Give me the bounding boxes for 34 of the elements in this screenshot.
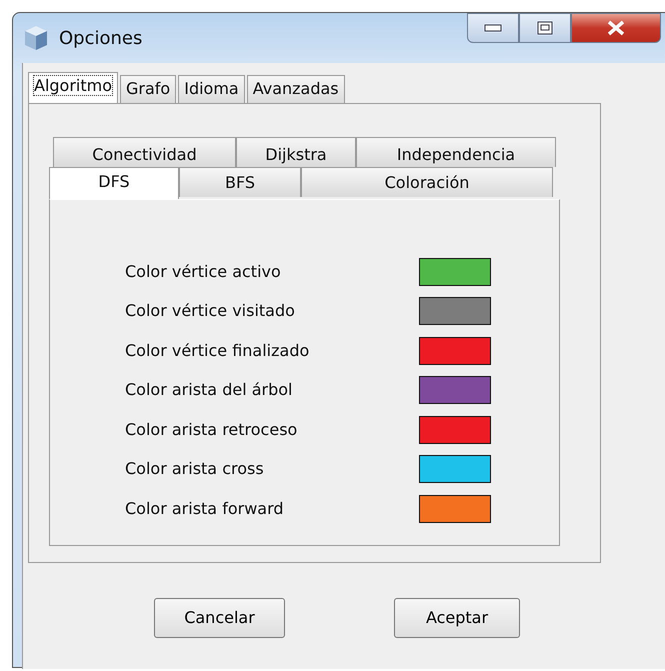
minimize-button[interactable] bbox=[467, 13, 519, 43]
color-swatch[interactable] bbox=[419, 455, 491, 484]
close-button[interactable] bbox=[571, 13, 661, 43]
minimize-icon bbox=[484, 24, 502, 32]
color-label: Color arista cross bbox=[125, 458, 265, 480]
color-swatch[interactable] bbox=[419, 376, 491, 404]
color-swatch[interactable] bbox=[419, 494, 491, 523]
tab[interactable]: Dijkstra bbox=[236, 137, 356, 167]
tab[interactable]: Algoritmo bbox=[28, 72, 118, 103]
color-label: Color arista del árbol bbox=[125, 379, 294, 402]
tab[interactable]: Avanzadas bbox=[246, 75, 345, 103]
maximize-button[interactable] bbox=[519, 13, 571, 43]
color-swatch[interactable] bbox=[419, 336, 491, 365]
tab[interactable]: Grafo bbox=[120, 75, 176, 103]
tab[interactable]: Idioma bbox=[178, 75, 245, 103]
color-label: Color arista retroceso bbox=[125, 418, 298, 441]
tab[interactable]: Conectividad bbox=[53, 137, 236, 167]
cube-icon bbox=[23, 24, 49, 52]
close-icon bbox=[607, 20, 625, 36]
color-swatch[interactable] bbox=[419, 258, 491, 286]
color-label: Color vértice finalizado bbox=[125, 340, 310, 362]
color-swatch[interactable] bbox=[419, 297, 491, 326]
color-label: Color vértice activo bbox=[125, 260, 282, 283]
accept-button[interactable]: Aceptar bbox=[394, 598, 520, 638]
maximize-icon bbox=[537, 21, 553, 35]
tab[interactable]: DFS bbox=[49, 167, 179, 199]
color-label: Color vértice visitado bbox=[125, 300, 296, 322]
color-label: Color arista forward bbox=[125, 498, 285, 520]
window-title: Opciones bbox=[59, 26, 142, 50]
tab[interactable]: BFS bbox=[179, 167, 301, 197]
tab[interactable]: Coloración bbox=[301, 167, 553, 197]
cancel-button[interactable]: Cancelar bbox=[154, 598, 285, 638]
tab[interactable]: Independencia bbox=[356, 137, 556, 167]
color-swatch[interactable] bbox=[419, 416, 491, 444]
